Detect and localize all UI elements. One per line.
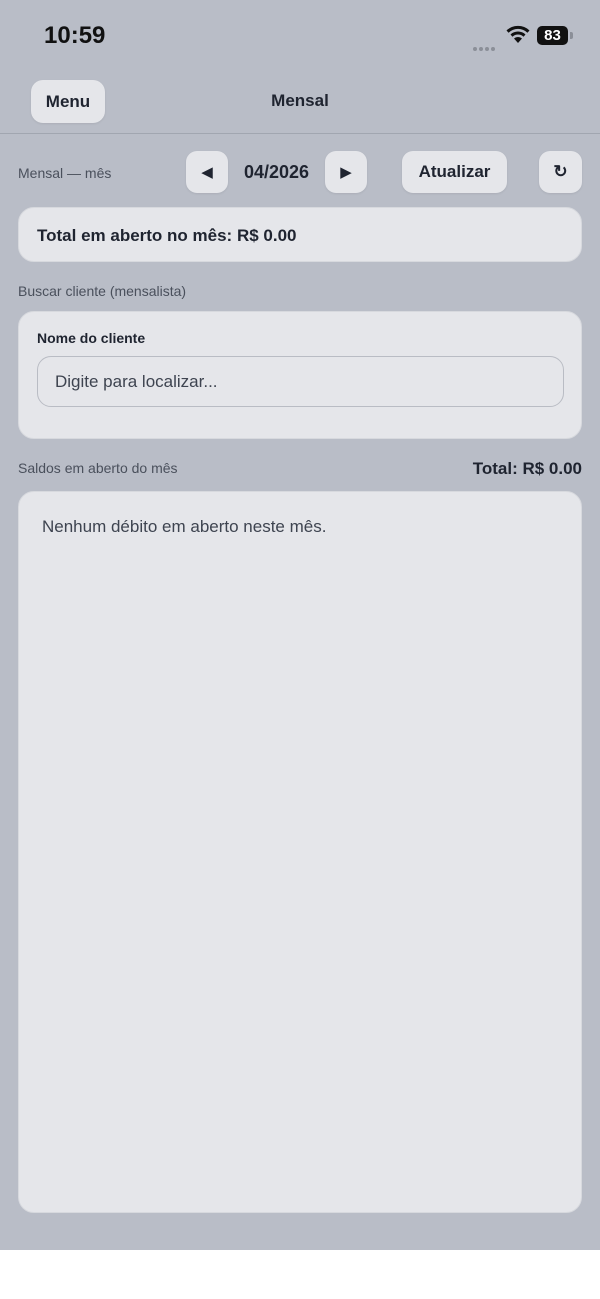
current-month: 04/2026 [243, 162, 310, 182]
refresh-icon: ↻ [553, 162, 568, 181]
update-button[interactable]: Atualizar [402, 151, 507, 193]
total-open-card: Total em aberto no mês: R$ 0.00 [18, 207, 582, 262]
empty-message: Nenhum débito em aberto neste mês. [42, 517, 327, 536]
search-card: Nome do cliente [18, 311, 582, 439]
client-search-input[interactable] [37, 356, 564, 407]
battery-tip [570, 32, 573, 39]
page-title: Mensal [271, 91, 329, 110]
signal-icon [473, 38, 497, 56]
next-month-button[interactable]: ▶ [325, 151, 367, 193]
month-label: Mensal — mês [18, 165, 112, 181]
app-screen: 10:59 83 Menu Mensal Mensal — mês ◀ 04/2… [0, 0, 600, 1250]
status-time: 10:59 [44, 22, 106, 49]
total-open-text: Total em aberto no mês: R$ 0.00 [37, 226, 297, 245]
wifi-icon [505, 24, 531, 49]
prev-month-button[interactable]: ◀ [186, 151, 228, 193]
balances-section-label: Saldos em aberto do mês [18, 460, 178, 476]
nav-divider [0, 133, 600, 134]
search-section-label: Buscar cliente (mensalista) [18, 283, 187, 299]
next-arrow-icon: ▶ [340, 164, 352, 181]
balances-list: Nenhum débito em aberto neste mês. [18, 491, 582, 1213]
prev-arrow-icon: ◀ [201, 164, 213, 181]
balances-total: Total: R$ 0.00 [472, 459, 582, 478]
battery-icon: 83 [537, 26, 568, 45]
refresh-button[interactable]: ↻ [539, 151, 582, 193]
client-name-label: Nome do cliente [37, 330, 146, 346]
